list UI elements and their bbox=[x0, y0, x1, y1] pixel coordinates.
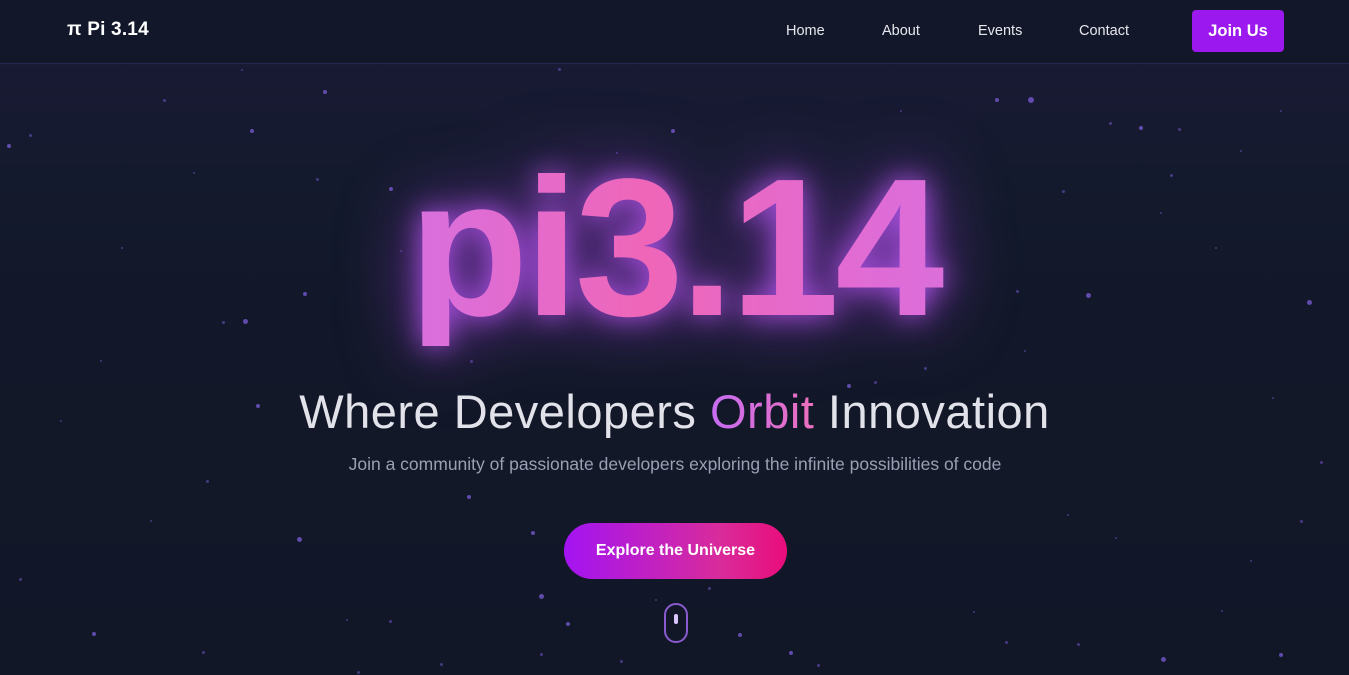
star-dot bbox=[1221, 610, 1223, 612]
star-dot bbox=[150, 520, 152, 522]
star-dot bbox=[900, 110, 902, 112]
star-dot bbox=[1115, 537, 1117, 539]
star-dot bbox=[7, 144, 11, 148]
star-dot bbox=[346, 619, 348, 621]
star-dot bbox=[1280, 110, 1282, 112]
hero-tagline: Where Developers Orbit Innovation bbox=[0, 386, 1349, 438]
star-dot bbox=[1109, 122, 1112, 125]
star-dot bbox=[202, 651, 205, 654]
tagline-accent-word: Orbit bbox=[709, 385, 815, 438]
star-dot bbox=[566, 622, 570, 626]
star-dot bbox=[323, 90, 327, 94]
star-dot bbox=[163, 99, 166, 102]
star-dot bbox=[817, 664, 820, 667]
star-dot bbox=[100, 360, 102, 362]
star-dot bbox=[1161, 657, 1166, 662]
star-dot bbox=[297, 537, 302, 542]
star-dot bbox=[874, 381, 877, 384]
hero-subtitle: Join a community of passionate developer… bbox=[348, 454, 1002, 474]
brand-logo[interactable]: π Pi 3.14 bbox=[67, 19, 149, 41]
star-dot bbox=[467, 495, 471, 499]
star-dot bbox=[92, 632, 96, 636]
navbar: π Pi 3.14 Home About Events Contact Join… bbox=[0, 0, 1349, 64]
star-dot bbox=[620, 660, 623, 663]
star-dot bbox=[470, 360, 473, 363]
hero-title: pi3.14 bbox=[0, 150, 1349, 346]
star-dot bbox=[1178, 128, 1181, 131]
star-dot bbox=[29, 134, 32, 137]
mouse-scroll-icon[interactable] bbox=[664, 603, 688, 643]
star-dot bbox=[206, 480, 209, 483]
star-dot bbox=[1024, 350, 1026, 352]
tagline-start: Where Developers bbox=[299, 385, 710, 438]
star-dot bbox=[671, 129, 675, 133]
star-dot bbox=[558, 68, 561, 71]
star-dot bbox=[357, 671, 360, 674]
star-dot bbox=[1250, 560, 1252, 562]
star-dot bbox=[531, 531, 535, 535]
star-dot bbox=[1067, 514, 1069, 516]
nav-link-home[interactable]: Home bbox=[786, 23, 825, 39]
star-dot bbox=[241, 69, 243, 71]
star-dot bbox=[924, 367, 927, 370]
star-dot bbox=[738, 633, 742, 637]
nav-link-events[interactable]: Events bbox=[978, 23, 1022, 39]
star-dot bbox=[789, 651, 793, 655]
star-dot bbox=[539, 594, 544, 599]
star-dot bbox=[1279, 653, 1283, 657]
star-dot bbox=[1139, 126, 1143, 130]
star-dot bbox=[389, 620, 392, 623]
star-dot bbox=[655, 599, 657, 601]
tagline-end: Innovation bbox=[814, 385, 1050, 438]
star-dot bbox=[540, 653, 543, 656]
star-dot bbox=[995, 98, 999, 102]
star-dot bbox=[973, 611, 975, 613]
star-dot bbox=[440, 663, 443, 666]
star-dot bbox=[1320, 461, 1323, 464]
explore-universe-button[interactable]: Explore the Universe bbox=[564, 523, 787, 579]
star-dot bbox=[19, 578, 22, 581]
star-dot bbox=[1028, 97, 1034, 103]
star-dot bbox=[708, 587, 711, 590]
nav-link-contact[interactable]: Contact bbox=[1079, 23, 1129, 39]
star-dot bbox=[1300, 520, 1303, 523]
star-dot bbox=[1077, 643, 1080, 646]
star-dot bbox=[250, 129, 254, 133]
star-dot bbox=[1005, 641, 1008, 644]
page: π Pi 3.14 Home About Events Contact Join… bbox=[0, 0, 1349, 675]
scroll-wheel bbox=[674, 614, 678, 624]
join-us-button[interactable]: Join Us bbox=[1192, 10, 1284, 52]
nav-link-about[interactable]: About bbox=[882, 23, 920, 39]
